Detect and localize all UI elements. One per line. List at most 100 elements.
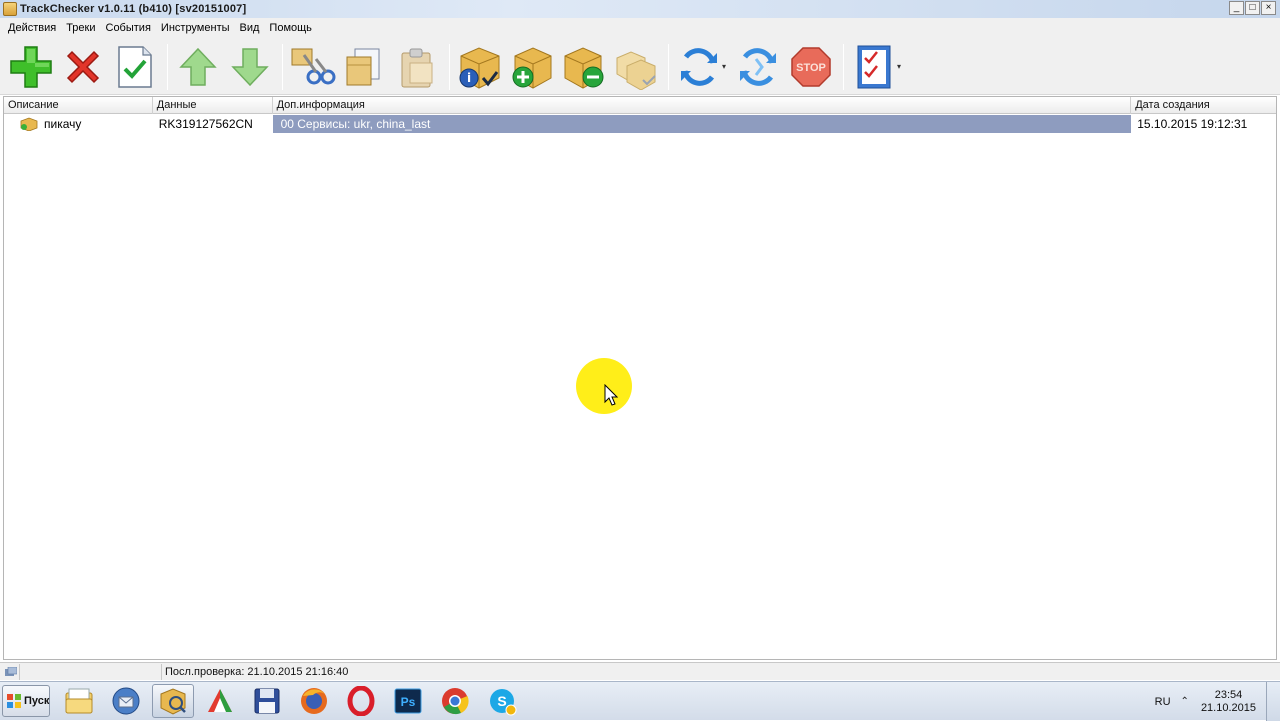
taskbar-thunderbird[interactable] (105, 684, 147, 718)
move-down-button[interactable] (225, 42, 275, 92)
move-up-icon (179, 47, 217, 86)
checklist-button[interactable] (849, 42, 899, 92)
refresh-all-icon (740, 47, 776, 86)
menu-help[interactable]: Помощь (264, 18, 317, 39)
move-up-button[interactable] (173, 42, 223, 92)
taskbar-explorer[interactable] (58, 684, 100, 718)
menu-view[interactable]: Вид (235, 18, 265, 39)
show-desktop-button[interactable] (1266, 682, 1280, 721)
column-description[interactable]: Описание (4, 97, 153, 114)
menu-tools[interactable]: Инструменты (156, 18, 235, 39)
mouse-cursor-icon (604, 384, 618, 406)
paste-icon (401, 48, 433, 87)
stop-label: STOP (796, 62, 826, 74)
taskbar-firefox[interactable] (293, 684, 335, 718)
checklist-dropdown-arrow[interactable]: ▾ (897, 62, 905, 71)
add-icon (10, 45, 52, 88)
firefox-icon (301, 688, 327, 714)
toolbar-separator (282, 43, 283, 90)
checklist-icon (857, 45, 891, 88)
taskbar-photoshop[interactable]: Ps (387, 684, 429, 718)
toolbar-separator (668, 43, 669, 90)
list-header: Описание Данные Доп.информация Дата созд… (4, 97, 1276, 114)
thunderbird-icon (112, 687, 140, 715)
photoshop-icon: Ps (394, 688, 422, 714)
opera-icon (347, 686, 375, 716)
delete-track-button[interactable] (58, 42, 108, 92)
package-info-icon: i (459, 46, 500, 89)
toolbar: i ▾ STOP ▾ (0, 39, 1280, 95)
track-description: пикачу (44, 117, 82, 131)
status-bar: Посл.проверка: 21.10.2015 21:16:40 (0, 662, 1280, 680)
taskbar-trackchecker[interactable] (152, 684, 194, 718)
delete-icon (66, 50, 100, 83)
minimize-button[interactable]: _ (1229, 1, 1244, 15)
copy-button[interactable] (340, 42, 390, 92)
taskbar-skype[interactable]: S (481, 684, 523, 718)
paste-button[interactable] (392, 42, 442, 92)
track-list: Описание Данные Доп.информация Дата созд… (3, 96, 1277, 660)
maximize-button[interactable]: □ (1245, 1, 1260, 15)
taskbar-chrome[interactable] (434, 684, 476, 718)
package-info-button[interactable]: i (455, 42, 505, 92)
toolbar-separator (843, 43, 844, 90)
package-multi-icon (616, 50, 656, 90)
title-bar[interactable]: TrackChecker v1.0.11 (b410) [sv20151007]… (0, 0, 1280, 18)
close-button[interactable]: × (1261, 1, 1276, 15)
column-created[interactable]: Дата создания (1131, 97, 1276, 114)
show-hidden-icons-icon[interactable]: ⌃ (1181, 696, 1189, 707)
add-track-button[interactable] (6, 42, 56, 92)
refresh-icon (681, 47, 717, 86)
start-label: Пуск (24, 695, 50, 707)
table-row[interactable]: пикачу RK319127562CN 00 Сервисы: ukr, ch… (4, 115, 1276, 133)
track-number: RK319127562CN (158, 117, 253, 131)
clock[interactable]: 23:54 21.10.2015 (1201, 689, 1256, 715)
photoshop-label: Ps (401, 695, 416, 709)
chrome-icon (442, 688, 469, 715)
taskbar-opera[interactable] (340, 684, 382, 718)
taskbar-media[interactable] (199, 684, 241, 718)
stop-button[interactable]: STOP (786, 42, 836, 92)
package-multi-button[interactable] (611, 42, 661, 92)
check-track-button[interactable] (110, 42, 160, 92)
start-button[interactable]: Пуск (2, 685, 50, 717)
save-icon (254, 688, 280, 714)
clock-date: 21.10.2015 (1200, 701, 1256, 714)
menu-events[interactable]: События (101, 18, 156, 39)
status-icon (2, 663, 20, 680)
clock-time: 23:54 (1214, 688, 1243, 701)
window-title: TrackChecker v1.0.11 (b410) [sv20151007] (20, 3, 247, 15)
windows-logo-icon (7, 694, 21, 708)
explorer-icon (65, 688, 93, 714)
last-check-status: Посл.проверка: 21.10.2015 21:16:40 (165, 665, 349, 678)
package-remove-button[interactable] (559, 42, 609, 92)
language-indicator[interactable]: RU (1155, 696, 1171, 708)
package-add-button[interactable] (507, 42, 557, 92)
taskbar-save[interactable] (246, 684, 288, 718)
cell-description: пикачу (4, 115, 153, 133)
refresh-dropdown-arrow[interactable]: ▾ (722, 62, 730, 71)
menu-tracks[interactable]: Треки (61, 18, 100, 39)
copy-icon (346, 48, 380, 85)
cut-button[interactable] (288, 42, 338, 92)
refresh-button[interactable] (674, 42, 724, 92)
menu-bar: Действия Треки События Инструменты Вид П… (0, 18, 1280, 39)
taskbar: Пуск Ps S RU ⌃ 23:54 21.10.2015 (0, 681, 1280, 721)
package-add-icon (512, 46, 552, 89)
menu-actions[interactable]: Действия (3, 18, 61, 39)
system-tray: RU ⌃ 23:54 21.10.2015 (1155, 682, 1280, 721)
toolbar-separator (167, 43, 168, 90)
cut-icon (291, 48, 336, 84)
refresh-all-button[interactable] (734, 42, 784, 92)
column-data[interactable]: Данные (153, 97, 273, 114)
media-icon (208, 689, 232, 712)
status-panel (20, 663, 162, 680)
track-info: 00 Сервисы: ukr, china_last (272, 115, 1132, 133)
svg-text:i: i (467, 71, 471, 85)
package-remove-icon (564, 46, 604, 89)
toolbar-separator (449, 43, 450, 90)
skype-icon: S (490, 689, 517, 716)
column-info[interactable]: Доп.информация (273, 97, 1132, 114)
move-down-icon (231, 47, 269, 86)
package-icon (20, 117, 38, 131)
